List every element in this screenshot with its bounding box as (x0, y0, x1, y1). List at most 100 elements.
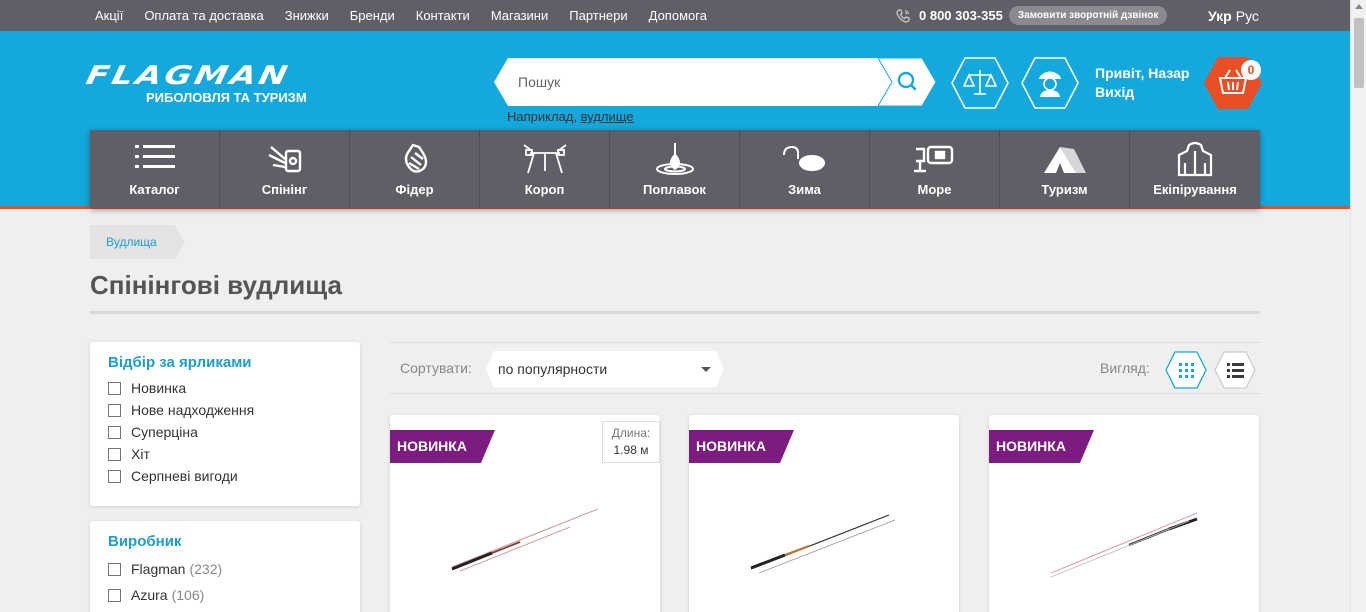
product-image-spinning-rod[interactable] (749, 505, 899, 580)
top-link-brands[interactable]: Бренди (350, 8, 395, 23)
search-input[interactable] (494, 58, 894, 106)
maker-count: (232) (189, 561, 223, 577)
category-label: Спінінг (261, 182, 308, 197)
product-image-spinning-rod[interactable] (450, 505, 600, 580)
category-label: Море (917, 182, 952, 197)
category-tourism[interactable]: Туризм (1000, 130, 1130, 208)
category-label: Короп (524, 182, 565, 197)
search-hint-link[interactable]: вудлище (581, 109, 634, 124)
phone-number[interactable]: 0 800 303-355 (919, 8, 1003, 23)
category-catalog[interactable]: Каталог (90, 130, 220, 208)
maker-filter: Виробник Flagman (232) Azura (106) (90, 521, 360, 612)
grid-icon (1179, 363, 1194, 378)
sort-select[interactable]: по популярности (486, 351, 724, 387)
checkbox[interactable] (108, 381, 121, 395)
filter-tag-label: Хіт (131, 446, 150, 462)
top-link-discounts[interactable]: Знижки (285, 8, 329, 23)
category-float[interactable]: Поплавок (610, 130, 740, 208)
maker-name: Azura (131, 587, 168, 603)
spinning-reel-icon (267, 146, 301, 173)
filter-tag-new[interactable]: Новинка (108, 378, 186, 398)
list-view-button[interactable] (1214, 351, 1256, 389)
length-value: 1.98 м (613, 443, 649, 457)
float-icon (655, 143, 694, 175)
checkbox[interactable] (108, 562, 121, 576)
greeting-text[interactable]: Привіт, Назар (1095, 64, 1189, 83)
grid-view-button[interactable] (1165, 351, 1207, 389)
length-tag: Длина: 1.98 м (602, 421, 660, 463)
flagman-logo[interactable]: FLAGMAN РИБОЛОВЛЯ ТА ТУРИЗМ (84, 60, 395, 110)
category-sea[interactable]: Море (870, 130, 1000, 208)
checkbox[interactable] (108, 403, 121, 417)
feeder-icon (404, 143, 427, 173)
callback-button[interactable]: Замовити зворотній дзвінок (1008, 6, 1168, 25)
category-spinning[interactable]: Спінінг (220, 130, 350, 208)
filter-tag-hit[interactable]: Хіт (108, 444, 150, 464)
maker-count: (106) (171, 587, 205, 603)
filter-maker-flagman[interactable]: Flagman (232) (108, 559, 222, 579)
category-nav: Каталог Спінінг Фідер Короп Поплавок Зим… (90, 130, 1260, 208)
breadcrumb: Вудлища (90, 225, 185, 259)
account-button[interactable] (1021, 57, 1079, 109)
product-image-spinning-rod[interactable] (1049, 505, 1199, 580)
sort-bar: Сортувати: по популярности Вигляд: (390, 342, 1260, 394)
top-link-help[interactable]: Допомога (649, 8, 707, 23)
title-divider (90, 311, 1260, 314)
chevron-down-icon (701, 367, 711, 372)
product-card[interactable]: НОВИНКА Длина: 1.98 м (390, 415, 660, 612)
logout-link[interactable]: Вихід (1095, 83, 1189, 102)
filter-tag-label: Суперціна (131, 424, 198, 440)
search-button[interactable] (878, 58, 936, 106)
category-carp[interactable]: Короп (480, 130, 610, 208)
product-card[interactable]: НОВИНКА (989, 415, 1259, 612)
lang-rus[interactable]: Рус (1236, 8, 1259, 24)
category-label: Каталог (129, 182, 180, 197)
breadcrumb-item-rods[interactable]: Вудлища (90, 225, 185, 259)
scroll-thumb[interactable] (1354, 18, 1364, 88)
category-label: Фідер (395, 182, 434, 197)
page-title: Спінінгові вудлища (90, 270, 343, 300)
fisherman-avatar-icon (1039, 71, 1061, 97)
top-link-contacts[interactable]: Контакти (416, 8, 470, 23)
filter-tag-super-price[interactable]: Суперціна (108, 422, 198, 442)
view-label: Вигляд: (1100, 360, 1150, 376)
category-winter[interactable]: Зима (740, 130, 870, 208)
checkbox[interactable] (108, 425, 121, 439)
search-hint: Наприклад, вудлище (507, 109, 634, 124)
list-view-icon (1227, 363, 1244, 378)
maker-filter-title: Виробник (108, 533, 182, 550)
lang-ukr[interactable]: Укр (1208, 8, 1232, 24)
filter-maker-azura[interactable]: Azura (106) (108, 585, 204, 605)
scroll-up-arrow-icon[interactable] (1355, 4, 1363, 9)
filter-tag-august-deals[interactable]: Серпневі вигоди (108, 466, 238, 486)
top-bar: Акції Оплата та доставка Знижки Бренди К… (0, 0, 1350, 31)
tags-filter: Відбір за ярликами Новинка Нове надходже… (90, 342, 360, 506)
new-badge: НОВИНКА (689, 430, 794, 463)
checkbox[interactable] (108, 447, 121, 461)
product-card[interactable]: НОВИНКА (689, 415, 959, 612)
sort-selected-value: по популярности (498, 361, 608, 377)
top-link-partners[interactable]: Партнери (569, 8, 627, 23)
new-badge: НОВИНКА (390, 430, 495, 463)
rod-pod-icon (522, 144, 567, 174)
top-link-promotions[interactable]: Акції (95, 8, 123, 23)
list-icon (134, 145, 175, 168)
search-box (494, 58, 936, 106)
checkbox[interactable] (108, 469, 121, 483)
top-link-payment-delivery[interactable]: Оплата та доставка (144, 8, 263, 23)
phone-icon (896, 8, 910, 23)
sea-reel-icon (913, 145, 953, 173)
category-label: Поплавок (643, 182, 706, 197)
compare-button[interactable] (951, 57, 1009, 109)
search-hint-prefix: Наприклад, (507, 109, 577, 124)
checkbox[interactable] (108, 588, 121, 602)
top-link-stores[interactable]: Магазини (491, 8, 548, 23)
category-equipment[interactable]: Екіпірування (1130, 130, 1260, 208)
user-greeting: Привіт, Назар Вихід (1095, 64, 1189, 102)
category-feeder[interactable]: Фідер (350, 130, 480, 208)
tags-filter-title: Відбір за ярликами (108, 354, 252, 371)
filter-tag-new-arrival[interactable]: Нове надходження (108, 400, 254, 420)
length-label: Длина: (611, 426, 651, 440)
page-scrollbar[interactable] (1350, 0, 1366, 612)
phone-block: 0 800 303-355 Замовити зворотній дзвінок (895, 0, 1168, 31)
